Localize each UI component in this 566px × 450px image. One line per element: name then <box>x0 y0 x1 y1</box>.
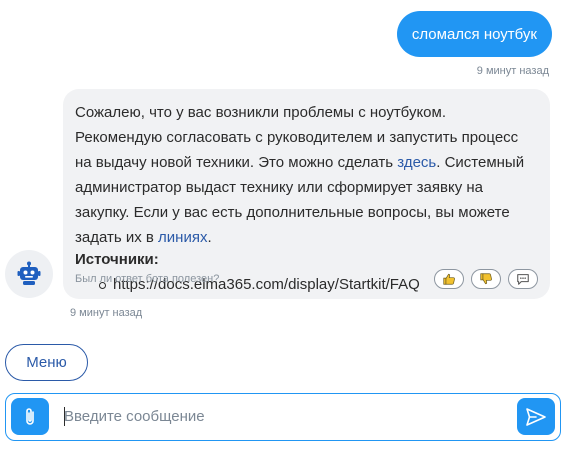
send-icon <box>526 407 546 426</box>
sources-title: Источники: <box>75 251 159 268</box>
text-cursor <box>64 407 65 426</box>
bot-text-part: . <box>207 229 212 246</box>
message-input[interactable] <box>64 405 504 427</box>
paperclip-icon <box>26 407 34 425</box>
link-here[interactable]: здесь <box>397 154 436 171</box>
bot-avatar <box>5 250 53 298</box>
bot-message-time: 9 минут назад <box>70 307 143 319</box>
user-message-text: сломался ноутбук <box>411 25 537 43</box>
feedback-row: Был ли ответ бота полезен? <box>75 269 538 289</box>
feedback-question: Был ли ответ бота полезен? <box>75 273 220 285</box>
feedback-buttons <box>434 269 538 289</box>
thumbs-down-icon <box>480 273 492 285</box>
user-message-bubble: сломался ноутбук <box>396 11 552 57</box>
message-composer <box>5 393 561 441</box>
user-message-time: 9 минут назад <box>476 65 549 77</box>
send-button[interactable] <box>517 398 555 435</box>
comment-button[interactable] <box>508 269 538 289</box>
attach-button[interactable] <box>11 398 49 435</box>
link-lines[interactable]: линиях <box>158 229 207 246</box>
menu-button-label: Меню <box>26 354 67 371</box>
bot-message-text: Сожалею, что у вас возникли проблемы с н… <box>75 100 536 250</box>
thumbs-up-button[interactable] <box>434 269 464 289</box>
bot-message-bubble: Сожалею, что у вас возникли проблемы с н… <box>63 89 550 299</box>
comment-icon <box>517 274 529 285</box>
thumbs-up-icon <box>443 273 455 285</box>
thumbs-down-button[interactable] <box>471 269 501 289</box>
robot-icon <box>17 261 41 285</box>
menu-button[interactable]: Меню <box>5 344 88 381</box>
